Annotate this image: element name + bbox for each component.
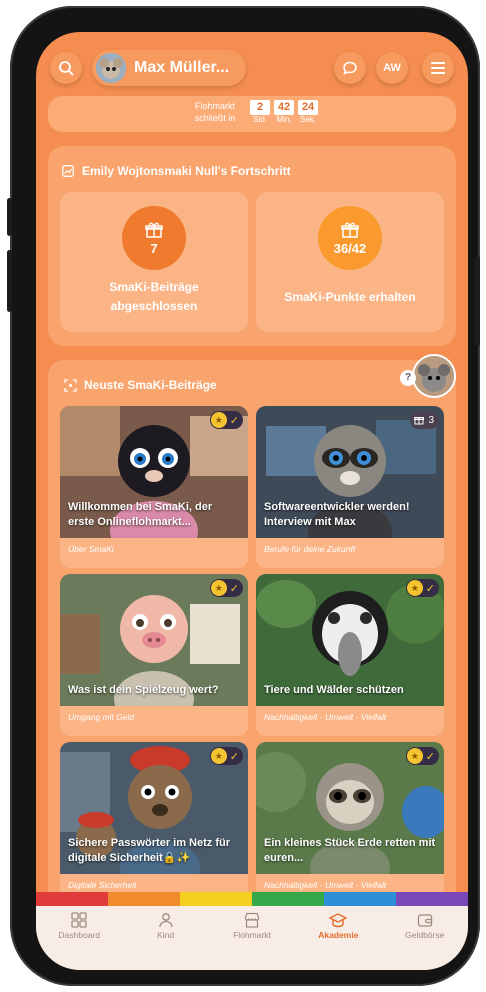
wallet-icon — [417, 914, 432, 927]
posts-section: Neuste SmaKi-Beiträge ★ ✓ Willkommen bei … — [48, 360, 456, 920]
chart-icon — [62, 165, 74, 177]
help-icon[interactable]: ? — [400, 370, 416, 386]
nav-item-kind[interactable]: Kind — [126, 912, 206, 940]
power-button — [475, 256, 480, 346]
app-screen: Max Müller... AW Flohmarkt schließt in 2… — [36, 32, 468, 970]
post-title: Willkommen bei SmaKi, der erste Onlinefl… — [68, 501, 213, 528]
post-image: 3 Softwareentwickler werden! Interview m… — [256, 406, 444, 559]
post-title: Softwareentwickler werden! Interview mit… — [264, 501, 410, 528]
completed-badge: ★ ✓ — [405, 747, 439, 765]
completed-badge: ★ ✓ — [209, 579, 243, 597]
nav-item-geldboerse[interactable]: Geldbörse — [385, 912, 465, 940]
check-icon: ✓ — [229, 750, 239, 763]
coin-icon: ★ — [406, 748, 423, 764]
stat-label: SmaKi-Beiträge abgeschlossen — [109, 280, 199, 313]
coin-icon: ★ — [210, 748, 227, 764]
coin-icon: ★ — [406, 580, 423, 596]
post-image: ★ ✓ Ein kleines Stück Erde retten mit eur… — [256, 742, 444, 893]
rainbow-orange — [108, 892, 180, 906]
flohmarkt-countdown: Flohmarkt schließt in 2 Std. 42 Min. 24 … — [48, 96, 456, 132]
post-title: Ein kleines Stück Erde retten mit euren.… — [264, 837, 436, 864]
post-category: Über SmaKi — [68, 544, 114, 554]
menu-button[interactable] — [422, 52, 454, 84]
post-category: Berufe für deine Zukunft — [264, 544, 356, 554]
stat-card-points: 36/42 SmaKi-Punkte erhalten — [256, 192, 444, 332]
post-title: Was ist dein Spielzeug wert? — [68, 684, 219, 696]
post-title: Sichere Passwörter im Netz für digitale … — [68, 837, 231, 864]
rainbow-purple — [396, 892, 468, 906]
completed-badge: ★ ✓ — [209, 747, 243, 765]
post-card-3[interactable]: ★ ✓ Was ist dein Spielzeug wert? Umgang m… — [60, 574, 248, 736]
rainbow-red — [36, 892, 108, 906]
dashboard-icon — [71, 912, 87, 928]
person-icon — [158, 913, 173, 928]
post-image: ★ ✓ Tiere und Wälder schützen — [256, 574, 444, 706]
gift-icon — [145, 222, 163, 238]
rainbow-blue — [324, 892, 396, 906]
countdown-minutes: 42 Min. — [274, 100, 294, 124]
post-card-6[interactable]: ★ ✓ Ein kleines Stück Erde retten mit eur… — [256, 742, 444, 904]
post-category: Nachhaltigkeit - Umwelt - Vielfalt — [264, 712, 387, 722]
post-title: Tiere und Wälder schützen — [264, 684, 404, 696]
progress-section: Emily Wojtonsmaki Null's Fortschritt 7 S… — [48, 146, 456, 346]
search-button[interactable] — [50, 52, 82, 84]
coin-icon: ★ — [210, 412, 227, 428]
side-button — [7, 198, 12, 236]
progress-title: Emily Wojtonsmaki Null's Fortschritt — [82, 164, 291, 178]
post-image: ★ ✓ Was ist dein Spielzeug wert? — [60, 574, 248, 727]
volume-button — [7, 250, 12, 312]
gift-icon — [414, 417, 425, 425]
chat-button[interactable] — [334, 52, 366, 84]
gift-icon — [341, 222, 359, 238]
rainbow-green — [252, 892, 324, 906]
check-icon: ✓ — [425, 750, 435, 763]
stat-circle: 7 — [122, 206, 186, 270]
check-icon: ✓ — [229, 582, 239, 595]
check-icon: ✓ — [425, 582, 435, 595]
koala-icon — [414, 356, 454, 396]
avatar — [96, 53, 126, 83]
post-image: ★ ✓ Sichere Passwörter im Netz für digita… — [60, 742, 248, 893]
focus-icon — [64, 379, 77, 392]
post-card-5[interactable]: ★ ✓ Sichere Passwörter im Netz für digita… — [60, 742, 248, 904]
nav-bar: Dashboard Kind Flohmarkt Akademie Geldbö… — [36, 906, 468, 970]
post-card-4[interactable]: ★ ✓ Tiere und Wälder schützen Nachhaltigk… — [256, 574, 444, 736]
menu-icon — [431, 62, 445, 74]
store-icon — [244, 912, 260, 928]
graduation-cap-icon — [329, 913, 348, 928]
help-mascot-button[interactable] — [412, 354, 456, 398]
user-name: Max Müller... — [134, 59, 230, 76]
post-image: ★ ✓ Willkommen bei SmaKi, der erste Onlin… — [60, 406, 248, 561]
gift-badge: 3 — [410, 411, 439, 429]
post-card-1[interactable]: ★ ✓ Willkommen bei SmaKi, der erste Onlin… — [60, 406, 248, 568]
countdown-seconds: 24 Sek. — [298, 100, 318, 124]
countdown-hours: 2 Std. — [250, 100, 270, 124]
post-category: Umgang mit Geld — [68, 712, 135, 722]
stat-circle: 36/42 — [318, 206, 382, 270]
completed-badge: ★ ✓ — [405, 579, 439, 597]
stat-label: SmaKi-Punkte erhalten — [284, 290, 416, 304]
profile-initials-button[interactable]: AW — [376, 52, 408, 84]
completed-badge: ★ ✓ — [209, 411, 243, 429]
posts-title: Neuste SmaKi-Beiträge — [84, 378, 217, 392]
coin-icon: ★ — [210, 580, 227, 596]
nav-item-akademie[interactable]: Akademie — [298, 912, 378, 940]
search-icon — [59, 61, 74, 76]
rainbow-yellow — [180, 892, 252, 906]
user-switcher[interactable]: Max Müller... — [92, 50, 246, 86]
rainbow-stripe — [36, 892, 468, 906]
countdown-label: Flohmarkt schließt in — [194, 101, 236, 123]
nav-item-flohmarkt[interactable]: Flohmarkt — [212, 912, 292, 940]
post-card-2[interactable]: 3 Softwareentwickler werden! Interview m… — [256, 406, 444, 568]
bottom-navigation: Dashboard Kind Flohmarkt Akademie Geldbö… — [36, 892, 468, 970]
nav-item-dashboard[interactable]: Dashboard — [39, 912, 119, 940]
stat-card-posts: 7 SmaKi-Beiträge abgeschlossen — [60, 192, 248, 332]
check-icon: ✓ — [229, 414, 239, 427]
chat-icon — [343, 61, 357, 75]
